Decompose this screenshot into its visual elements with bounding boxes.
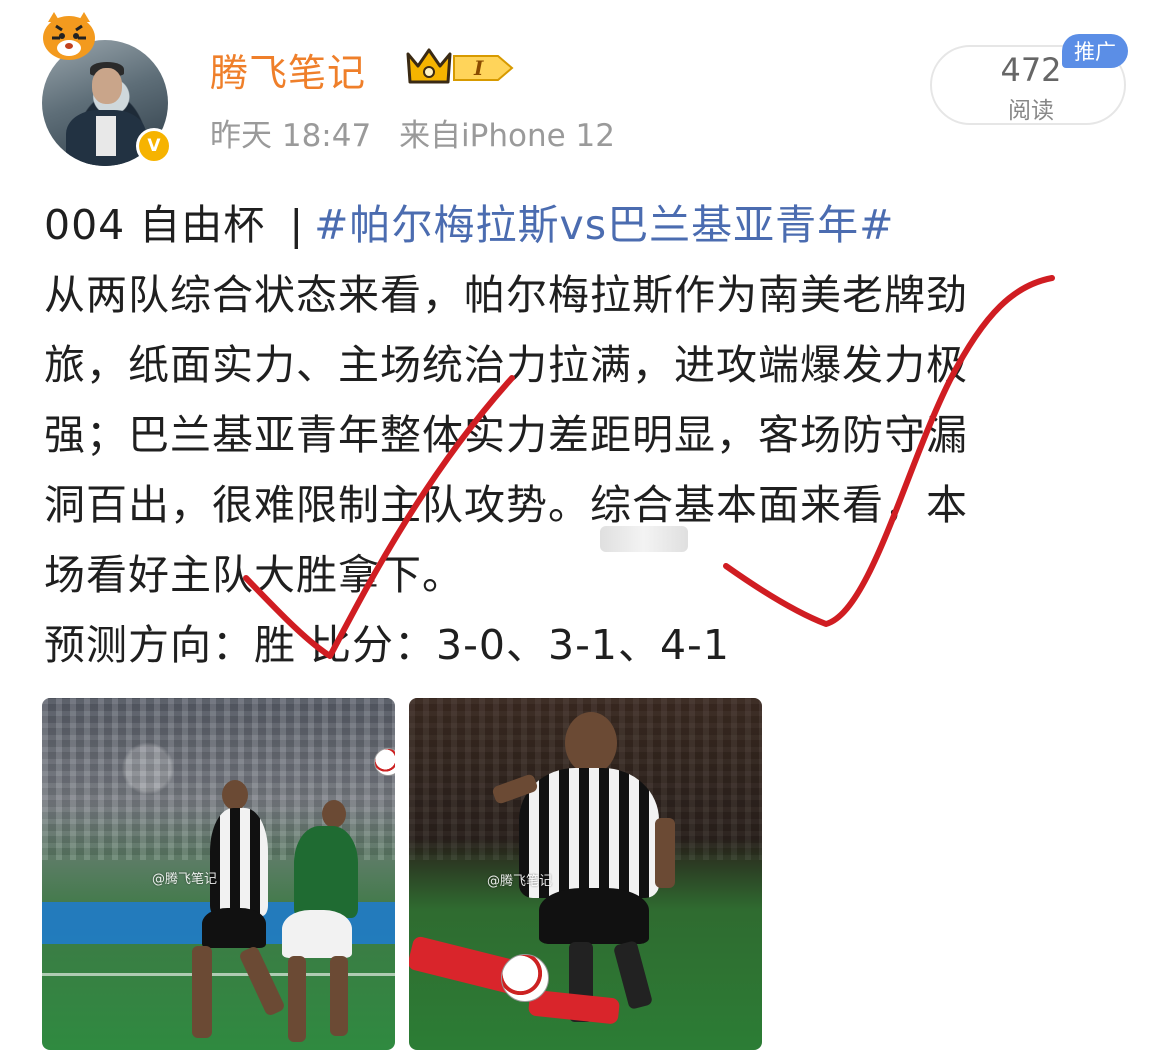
post-image-1[interactable]: @腾飞笔记 xyxy=(42,698,395,1050)
post-line: 强；巴兰基亚青年整体实力差距明显，客场防守漏 xyxy=(44,411,968,459)
player-sock xyxy=(612,940,654,1010)
prediction-line: 预测方向：胜 比分：3-0、3-1、4-1 xyxy=(44,621,730,669)
avatar-shirt xyxy=(66,110,146,166)
post-meta: 昨天 18:47 来自iPhone 12 xyxy=(210,110,633,155)
player-head xyxy=(222,780,248,810)
player-leg xyxy=(192,946,212,1038)
post-image-2[interactable]: @腾飞笔记 xyxy=(409,698,762,1050)
post-prefix: 004 自由杯 xyxy=(44,201,266,249)
football xyxy=(501,954,549,1002)
player-head xyxy=(322,800,346,828)
post-line: 从两队综合状态来看，帕尔梅拉斯作为南美老牌劲 xyxy=(44,271,968,319)
image-watermark: @腾飞笔记 xyxy=(152,872,218,887)
player-head xyxy=(565,712,617,774)
player-leg xyxy=(288,956,306,1042)
blurred-inline-tag xyxy=(600,526,688,552)
author-avatar-block[interactable]: V xyxy=(38,8,178,166)
tiger-sticker-icon xyxy=(43,12,95,60)
player-green-kit xyxy=(294,826,358,918)
read-label: 阅读 xyxy=(1008,98,1054,124)
username[interactable]: 腾飞笔记 xyxy=(210,42,366,97)
player-leg xyxy=(330,956,348,1036)
post-line: 旅，纸面实力、主场统治力拉满，进攻端爆发力极 xyxy=(44,341,968,389)
football xyxy=(374,748,395,776)
avatar-face xyxy=(92,68,122,104)
post-text: 004 自由杯 | #帕尔梅拉斯vs巴兰基亚青年# 从两队综合状态来看，帕尔梅拉斯… xyxy=(44,190,1104,680)
player-shorts xyxy=(202,908,266,948)
verified-icon: V xyxy=(136,128,172,164)
level-badge-text: I xyxy=(473,56,484,80)
post-line: 洞百出，很难限制主队攻势。综合基本面来看，本 xyxy=(44,481,968,529)
post-line: 场看好主队大胜拿下。 xyxy=(44,551,464,599)
player-arm xyxy=(655,818,675,888)
player-striped-kit xyxy=(210,808,268,916)
player-leg xyxy=(238,945,286,1017)
post-time: 昨天 18:47 xyxy=(210,118,372,154)
post-title-line: 004 自由杯 | #帕尔梅拉斯vs巴兰基亚青年# xyxy=(44,190,1104,260)
crown-icon[interactable]: I xyxy=(402,44,517,90)
post-separator: | xyxy=(289,201,305,249)
hashtag-link[interactable]: #帕尔梅拉斯vs巴兰基亚青年# xyxy=(314,201,894,249)
player-white-shorts xyxy=(282,910,352,958)
player-shorts xyxy=(539,888,649,944)
promo-tag[interactable]: 推广 xyxy=(1062,34,1128,68)
image-watermark: @腾飞笔记 xyxy=(487,874,553,889)
post-source[interactable]: 来自iPhone 12 xyxy=(399,118,615,154)
